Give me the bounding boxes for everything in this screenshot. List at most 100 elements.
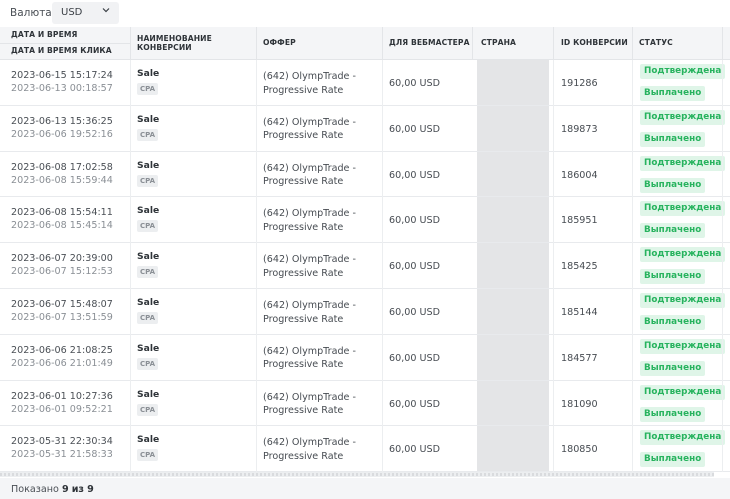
column-divider [256,27,257,60]
webmaster-payout: 60,00 USD [389,352,441,364]
conversion-name: Sale [137,113,160,125]
table-footer: Показано 9 из 9 [0,478,730,499]
column-divider [722,60,723,472]
offer-name[interactable]: (642) OlympTrade - Progressive Rate [263,299,381,326]
payment-status-badge: Выплачено [640,406,706,422]
conversion-name: Sale [137,342,160,354]
offer-name[interactable]: (642) OlympTrade - Progressive Rate [263,162,381,189]
conversion-datetime: 2023-06-01 10:27:36 [11,390,113,402]
table-row[interactable]: 2023-06-15 15:17:24 2023-06-13 00:18:57 Sa… [0,60,730,106]
filter-bar: Валюта USD [0,0,730,27]
conversion-type-badge: CPA [137,128,158,141]
conversion-datetime: 2023-06-13 15:36:25 [11,115,113,127]
payment-status-badge: Выплачено [640,360,706,376]
conversion-type-badge: CPA [137,174,158,187]
conversion-id: 189873 [561,123,598,135]
click-datetime: 2023-06-13 00:18:57 [11,83,113,94]
conversion-id: 191286 [561,78,598,89]
column-header-webmaster-payout[interactable]: Для вебмастера [389,38,470,47]
column-divider [722,27,723,60]
conversion-id: 185425 [561,261,598,273]
offer-name[interactable]: (642) OlympTrade - Progressive Rate [263,70,381,97]
conversion-id: 185144 [561,307,598,318]
conversion-type-badge: CPA [137,449,158,462]
offer-name[interactable]: (642) OlympTrade - Progressive Rate [263,253,381,280]
conversion-type-badge: CPA [137,266,158,279]
conversion-datetime: 2023-06-08 15:54:11 [11,207,113,219]
webmaster-payout: 60,00 USD [389,398,441,410]
table-row[interactable]: 2023-06-07 20:39:00 2023-06-07 15:12:53 Sa… [0,243,730,289]
payment-status-badge: Выплачено [640,177,706,193]
offer-name[interactable]: (642) OlympTrade - Progressive Rate [263,207,381,234]
conversion-datetime: 2023-06-08 17:02:58 [11,161,113,173]
currency-select[interactable]: USD [52,2,119,24]
table-row[interactable]: 2023-06-13 15:36:25 2023-06-06 19:52:16 Sa… [0,106,730,152]
click-datetime: 2023-06-07 15:12:53 [11,266,113,278]
webmaster-payout: 60,00 USD [389,123,441,135]
column-divider [256,60,257,472]
table-row[interactable]: 2023-06-01 10:27:36 2023-06-01 09:52:21 Sa… [0,381,730,427]
webmaster-payout: 60,00 USD [389,307,441,318]
horizontal-scrollbar[interactable] [0,472,714,477]
conversion-name: Sale [137,251,160,263]
table-body: 2023-06-15 15:17:24 2023-06-13 00:18:57 Sa… [0,60,730,473]
conversion-datetime: 2023-06-06 21:08:25 [11,344,113,356]
conversion-name: Sale [137,434,160,446]
column-divider [130,27,131,60]
column-divider [632,60,633,472]
column-header-conversion-name[interactable]: Наименование конверсии [137,34,247,52]
column-divider [472,27,473,60]
table-row[interactable]: 2023-06-08 15:54:11 2023-06-08 15:45:14 Sa… [0,197,730,244]
conversion-datetime: 2023-06-07 15:48:07 [11,299,113,310]
click-datetime: 2023-06-08 15:59:44 [11,174,113,186]
conversion-name: Sale [137,205,160,217]
conversion-type-badge: CPA [137,403,158,416]
column-divider [553,60,554,472]
column-divider [382,27,383,60]
table-row[interactable]: 2023-06-08 17:02:58 2023-06-08 15:59:44 Sa… [0,152,730,198]
conversion-id: 181090 [561,398,598,410]
status-badge: Подтверждена [640,201,726,217]
conversion-type-badge: CPA [137,357,158,370]
column-header-country[interactable]: Страна [481,38,516,47]
column-header-offer[interactable]: Оффер [263,38,296,47]
payment-status-badge: Выплачено [640,223,706,239]
column-header-datetime[interactable]: Дата и время [11,30,78,39]
table-row[interactable]: 2023-06-07 15:48:07 2023-06-07 13:51:59 Sa… [0,289,730,335]
webmaster-payout: 60,00 USD [389,169,441,181]
status-badge: Подтверждена [640,384,726,400]
status-badge: Подтверждена [640,338,726,354]
status-badge: Подтверждена [640,109,726,125]
offer-name[interactable]: (642) OlympTrade - Progressive Rate [263,345,381,372]
status-badge: Подтверждена [640,64,726,79]
table-row[interactable]: 2023-05-31 22:30:34 2023-05-31 21:58:33 Sa… [0,426,730,473]
payment-status-badge: Выплачено [640,315,706,330]
column-header-status[interactable]: Статус [639,38,673,47]
conversion-name: Sale [137,68,160,79]
webmaster-payout: 60,00 USD [389,261,441,273]
conversion-datetime: 2023-05-31 22:30:34 [11,436,113,448]
click-datetime: 2023-06-06 19:52:16 [11,128,113,140]
header-divider [0,43,130,44]
conversion-type-badge: CPA [137,312,158,324]
conversion-datetime: 2023-06-07 20:39:00 [11,253,113,265]
offer-name[interactable]: (642) OlympTrade - Progressive Rate [263,436,381,463]
table-header: Дата и время Дата и время клика Наименов… [0,27,730,60]
column-divider [382,60,383,472]
column-header-conversion-id[interactable]: ID конверсии [561,38,628,47]
payment-status-badge: Выплачено [640,86,706,101]
conversion-name: Sale [137,388,160,400]
status-badge: Подтверждена [640,430,726,446]
conversion-name: Sale [137,297,160,308]
click-datetime: 2023-06-07 13:51:59 [11,312,113,323]
column-header-click-datetime[interactable]: Дата и время клика [11,46,112,55]
status-badge: Подтверждена [640,155,726,171]
conversion-name: Sale [137,159,160,171]
conversion-id: 184577 [561,352,598,364]
table-row[interactable]: 2023-06-06 21:08:25 2023-06-06 21:01:49 Sa… [0,335,730,381]
offer-name[interactable]: (642) OlympTrade - Progressive Rate [263,391,381,418]
column-divider [553,27,554,60]
click-datetime: 2023-06-08 15:45:14 [11,220,113,232]
pagination-summary: Показано 9 из 9 [11,484,94,495]
offer-name[interactable]: (642) OlympTrade - Progressive Rate [263,116,381,143]
